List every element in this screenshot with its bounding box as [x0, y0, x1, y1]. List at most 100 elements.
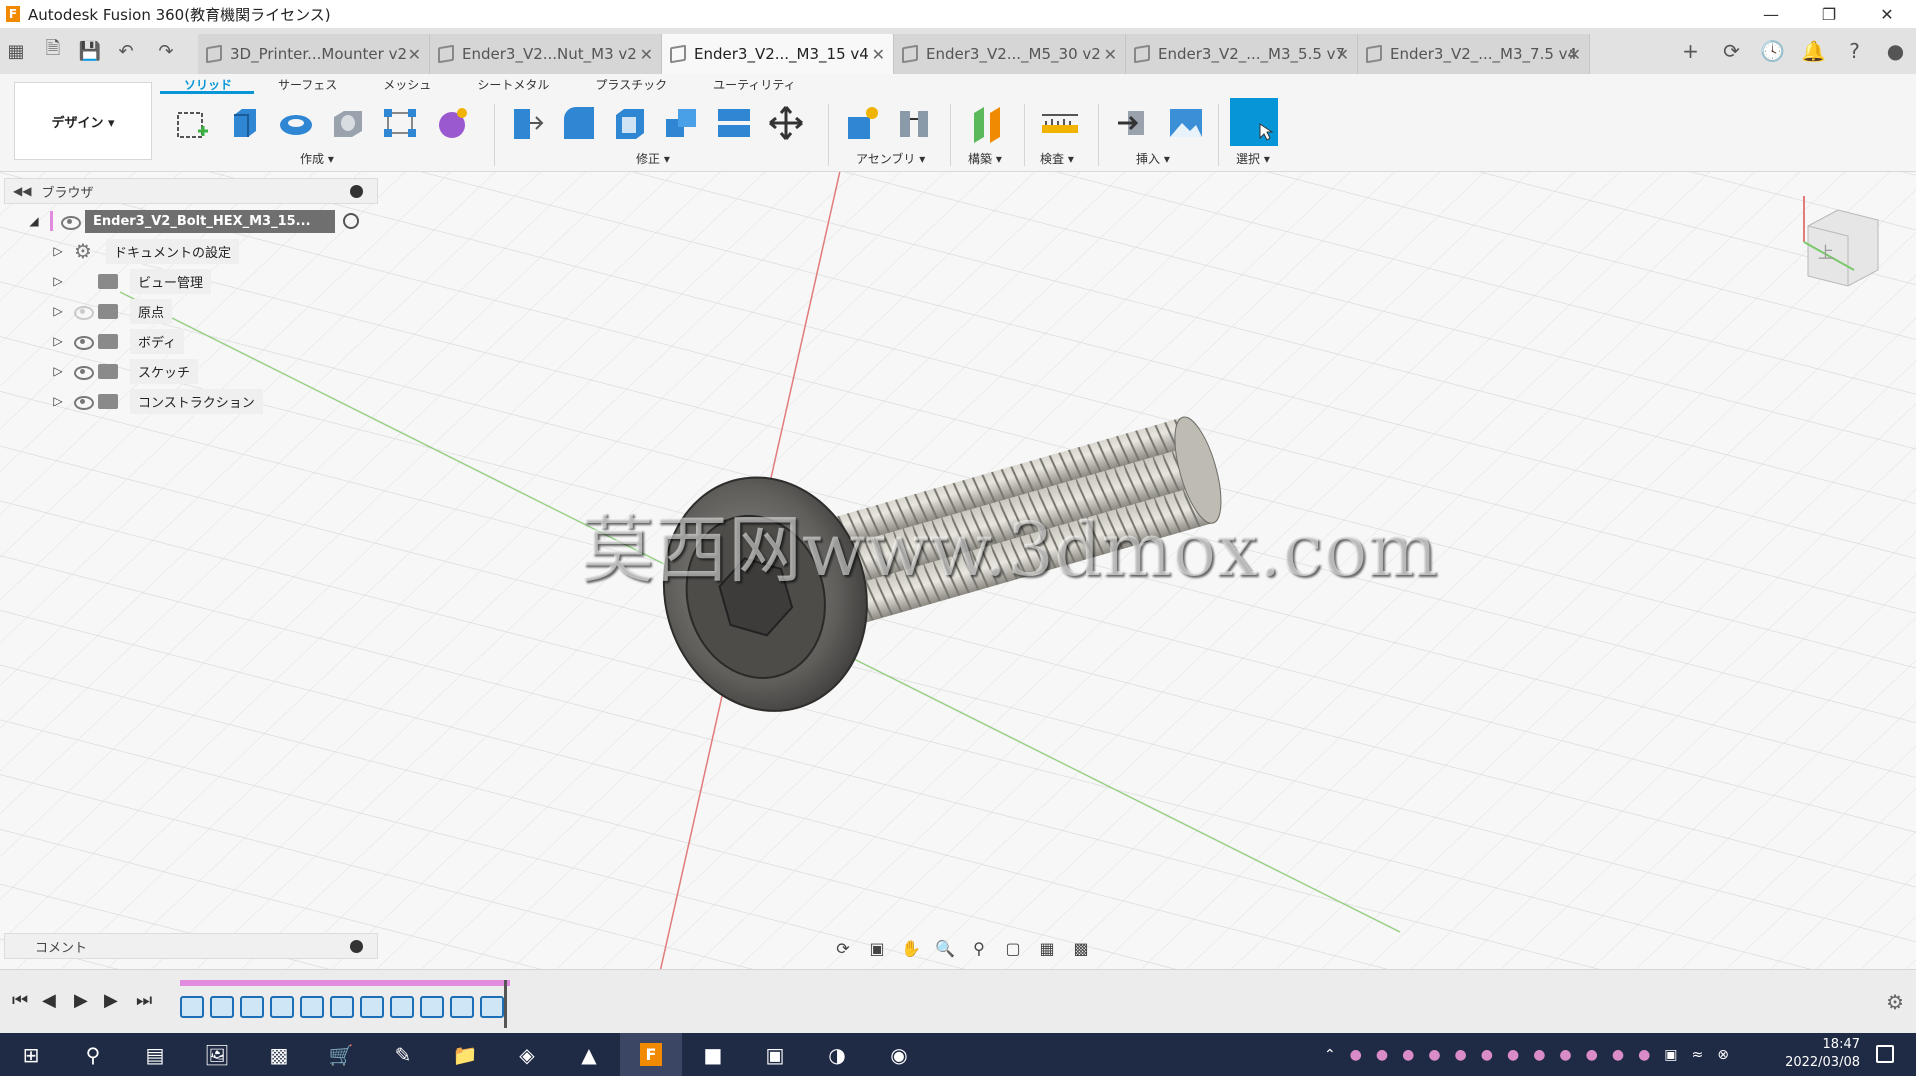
timeline-feature-split[interactable] [450, 996, 474, 1018]
browser-item[interactable]: ▷ ボディ [4, 326, 378, 356]
ribbon-tab[interactable]: シートメタル [453, 74, 571, 94]
timeline-feature-revolve[interactable] [360, 996, 384, 1018]
restore-icon[interactable]: ❐ [1800, 0, 1858, 28]
search-icon[interactable]: ⚲ [62, 1033, 124, 1076]
insert-group-label[interactable]: 挿入 ▾ [1136, 150, 1170, 167]
3d-icon[interactable]: ◈ [496, 1033, 558, 1076]
create-sketch-icon[interactable] [166, 102, 218, 144]
minimize-icon[interactable]: — [1742, 0, 1800, 28]
visibility-eye-icon[interactable] [72, 334, 94, 350]
tray-app-icon[interactable]: ● [1455, 1047, 1467, 1063]
document-tab[interactable]: Ender3_V2...Nut_M3 v2 ✕ [430, 34, 662, 74]
taskbar-clock[interactable]: 18:47 2022/03/08 [1785, 1036, 1860, 1072]
visibility-eye-icon[interactable] [72, 394, 94, 410]
press-pull-icon[interactable] [500, 102, 552, 144]
file-explorer-icon[interactable]: 📁 [434, 1033, 496, 1076]
hole-icon[interactable] [322, 102, 374, 144]
construct-group-label[interactable]: 構築 ▾ [968, 150, 1002, 167]
step-forward-icon[interactable]: ▶ [104, 990, 118, 1011]
timeline-feature-fillet[interactable] [270, 996, 294, 1018]
volume-icon[interactable]: ⊗ [1717, 1047, 1729, 1063]
play-icon[interactable]: ▶ [74, 990, 88, 1011]
timeline-feature-fillet[interactable] [240, 996, 264, 1018]
close-tab-icon[interactable]: ✕ [1336, 45, 1349, 64]
close-tab-icon[interactable]: ✕ [640, 45, 653, 64]
measure-icon[interactable] [1034, 102, 1086, 144]
store-icon[interactable]: 🛒 [310, 1033, 372, 1076]
tray-expand-icon[interactable]: ⌃ [1324, 1047, 1336, 1063]
notification-center-icon[interactable] [1876, 1045, 1894, 1063]
help-icon[interactable]: ? [1834, 39, 1875, 63]
new-tab-icon[interactable]: + [1670, 39, 1711, 63]
comments-add-icon[interactable] [350, 940, 363, 953]
inspect-group-label[interactable]: 検査 ▾ [1040, 150, 1074, 167]
go-to-end-icon[interactable]: ⏭ [136, 990, 152, 1011]
collapse-icon[interactable]: ◀◀ [13, 184, 31, 198]
close-tab-icon[interactable]: ✕ [1568, 45, 1581, 64]
select-group-label[interactable]: 選択 ▾ [1236, 150, 1270, 167]
orbit-icon[interactable]: ⟳ [826, 939, 860, 958]
look-at-icon[interactable]: ▣ [860, 939, 894, 958]
expand-triangle-icon[interactable]: ▷ [50, 333, 66, 349]
expand-triangle-icon[interactable]: ▷ [50, 243, 66, 259]
tray-app-icon[interactable]: ● [1350, 1047, 1362, 1063]
timeline-track[interactable] [180, 980, 510, 1028]
visibility-eye-icon[interactable] [72, 304, 94, 320]
expand-triangle-icon[interactable]: ▷ [50, 303, 66, 319]
job-status-icon[interactable]: ⟳ [1711, 39, 1752, 63]
browser-item[interactable]: ▷ ⚙ ドキュメントの設定 [4, 236, 378, 266]
modify-group-label[interactable]: 修正 ▾ [636, 150, 670, 167]
visibility-eye-icon[interactable] [59, 214, 81, 230]
browser-item[interactable]: ▷ 原点 [4, 296, 378, 326]
browser-item[interactable]: ▷ コンストラクション [4, 386, 378, 416]
close-icon[interactable]: ✕ [1858, 0, 1916, 28]
timeline-feature-extrude[interactable] [210, 996, 234, 1018]
shell-icon[interactable] [604, 102, 656, 144]
app-icon[interactable]: 🖼 [186, 1033, 248, 1076]
pan-icon[interactable]: ✋ [894, 939, 928, 958]
tray-app-icon[interactable]: ● [1428, 1047, 1440, 1063]
tray-app-icon[interactable]: ● [1376, 1047, 1388, 1063]
tray-app-icon[interactable]: ● [1612, 1047, 1624, 1063]
tray-app-icon[interactable]: ● [1586, 1047, 1598, 1063]
slicer-icon[interactable]: ▲ [558, 1033, 620, 1076]
viewports-icon[interactable]: ▩ [1064, 939, 1098, 958]
activate-radio-icon[interactable] [343, 213, 359, 229]
tray-app-icon[interactable]: ● [1559, 1047, 1571, 1063]
assembly-group-label[interactable]: アセンブリ ▾ [856, 150, 925, 167]
task-view-icon[interactable]: ▤ [124, 1033, 186, 1076]
file-menu-icon[interactable]: 🗎 [32, 28, 74, 74]
new-component-icon[interactable] [836, 102, 888, 144]
chrome-browser-icon[interactable]: ◉ [868, 1033, 930, 1076]
fillet-icon[interactable] [552, 102, 604, 144]
split-body-icon[interactable] [708, 102, 760, 144]
extrude-icon[interactable] [218, 102, 270, 144]
fit-icon[interactable]: ⚲ [962, 939, 996, 958]
insert-derive-icon[interactable] [1108, 102, 1160, 144]
game-icon[interactable]: ▣ [744, 1033, 806, 1076]
combine-icon[interactable] [656, 102, 708, 144]
create-group-label[interactable]: 作成 ▾ [300, 150, 334, 167]
close-tab-icon[interactable]: ✕ [872, 45, 885, 64]
joint-icon[interactable] [888, 102, 940, 144]
workspace-switcher[interactable]: デザイン ▾ [14, 82, 152, 160]
redo-icon[interactable]: ↷ [146, 28, 186, 74]
timeline-feature-extrude[interactable] [300, 996, 324, 1018]
tray-app-icon[interactable]: ● [1507, 1047, 1519, 1063]
document-tab[interactable]: Ender3_V2_..._M3_7.5 v4 ✕ [1358, 34, 1590, 74]
timeline-feature-revolve[interactable] [390, 996, 414, 1018]
save-icon[interactable]: 💾 [74, 28, 106, 74]
pattern-icon[interactable] [374, 102, 426, 144]
browser-item[interactable]: ▷ ビュー管理 [4, 266, 378, 296]
ribbon-tab[interactable]: プラスチック [571, 74, 689, 94]
grid-settings-icon[interactable]: ▦ [1030, 939, 1064, 958]
tray-app-icon[interactable]: ● [1402, 1047, 1414, 1063]
browser-header[interactable]: ◀◀ ブラウザ [4, 178, 378, 204]
edge-browser-icon[interactable]: ◑ [806, 1033, 868, 1076]
timeline-settings-gear-icon[interactable]: ⚙ [1886, 990, 1904, 1014]
timeline-feature-plane[interactable] [420, 996, 444, 1018]
select-tool-icon[interactable] [1230, 98, 1278, 146]
browser-item[interactable]: ▷ スケッチ [4, 356, 378, 386]
undo-icon[interactable]: ↶ [106, 28, 146, 74]
user-avatar[interactable]: ● [1875, 39, 1916, 63]
